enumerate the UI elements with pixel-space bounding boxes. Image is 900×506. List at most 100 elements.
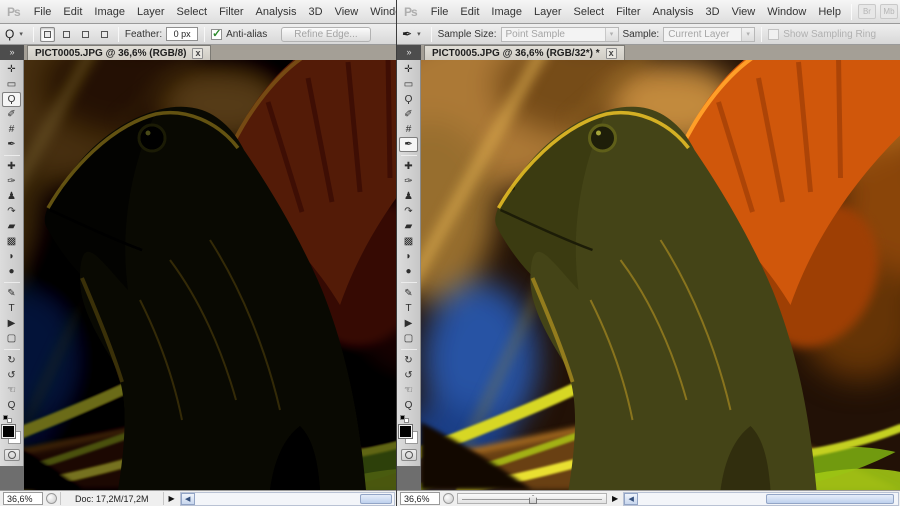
pen-tool[interactable]: ✎ (399, 286, 418, 301)
crop-tool[interactable]: # (2, 122, 21, 137)
zoom-level-field[interactable]: 36,6% (3, 492, 43, 505)
menu-analysis[interactable]: Analysis (250, 6, 303, 18)
quick-mask-button[interactable] (401, 449, 417, 461)
menu-view[interactable]: View (726, 6, 762, 18)
mini-bridge-icon[interactable]: Mb (880, 4, 898, 19)
3d-orbit-tool[interactable]: ↺ (399, 368, 418, 383)
blur-tool[interactable]: ◗ (399, 249, 418, 264)
bridge-icon[interactable]: Br (858, 4, 876, 19)
rectangular-marquee-tool[interactable]: ▭ (2, 77, 21, 92)
crop-tool[interactable]: # (399, 122, 418, 137)
sample-dropdown[interactable]: Current Layer ▾ (663, 27, 755, 42)
menu-edit[interactable]: Edit (57, 6, 88, 18)
eyedropper-tool[interactable]: ✒ (2, 137, 21, 152)
menu-layer[interactable]: Layer (528, 6, 568, 18)
exposure-slider[interactable] (457, 493, 607, 504)
clone-stamp-tool[interactable]: ♟ (2, 189, 21, 204)
lasso-tool[interactable]: Ϙ (2, 92, 21, 107)
status-menu-arrow-icon[interactable]: ▶ (167, 494, 177, 503)
quick-selection-tool[interactable]: ✐ (399, 107, 418, 122)
brush-tool[interactable]: ✑ (2, 174, 21, 189)
zoom-level-field[interactable]: 36,6% (400, 492, 440, 505)
menu-3d[interactable]: 3D (303, 6, 329, 18)
feather-input[interactable]: 0 px (166, 27, 198, 41)
rectangle-tool[interactable]: ▢ (2, 331, 21, 346)
add-to-selection-button[interactable] (59, 27, 74, 42)
zoom-tool[interactable]: Q (399, 398, 418, 413)
menu-file[interactable]: File (28, 6, 58, 18)
foreground-color-swatch[interactable] (399, 425, 412, 438)
default-colors-icon[interactable] (3, 415, 17, 423)
sample-size-dropdown[interactable]: Point Sample ▾ (501, 27, 619, 42)
scrollbar-thumb[interactable] (360, 494, 392, 504)
type-tool[interactable]: T (399, 301, 418, 316)
history-brush-tool[interactable]: ↷ (2, 204, 21, 219)
document-canvas[interactable] (421, 60, 900, 490)
scrollbar-thumb[interactable] (766, 494, 894, 504)
refine-edge-button[interactable]: Refine Edge... (281, 27, 370, 42)
brush-tool[interactable]: ✑ (399, 174, 418, 189)
menu-select[interactable]: Select (568, 6, 611, 18)
path-selection-tool[interactable]: ▶ (2, 316, 21, 331)
eraser-tool[interactable]: ▰ (399, 219, 418, 234)
quick-mask-button[interactable] (4, 449, 20, 461)
gradient-tool[interactable]: ▩ (399, 234, 418, 249)
active-tool-preview[interactable]: Ϙ ▾ (5, 27, 27, 41)
toolbox-collapse-icon[interactable]: » (0, 45, 24, 60)
document-canvas[interactable] (24, 60, 396, 490)
menu-help[interactable]: Help (812, 6, 847, 18)
active-tool-preview[interactable]: ✒ ▾ (402, 27, 425, 41)
menu-edit[interactable]: Edit (454, 6, 485, 18)
rectangular-marquee-tool[interactable]: ▭ (399, 77, 418, 92)
document-tab[interactable]: PICT0005.JPG @ 36,6% (RGB/32*) * x (424, 45, 625, 60)
menu-filter[interactable]: Filter (213, 6, 249, 18)
horizontal-scrollbar[interactable]: ◀ (623, 492, 899, 506)
menu-image[interactable]: Image (88, 6, 131, 18)
menu-analysis[interactable]: Analysis (647, 6, 700, 18)
menu-filter[interactable]: Filter (610, 6, 646, 18)
scroll-left-icon[interactable]: ◀ (624, 493, 638, 505)
hand-tool[interactable]: ☜ (2, 383, 21, 398)
antialias-checkbox[interactable] (211, 29, 222, 40)
hand-tool[interactable]: ☜ (399, 383, 418, 398)
foreground-color-swatch[interactable] (2, 425, 15, 438)
subtract-from-selection-button[interactable] (78, 27, 93, 42)
menu-3d[interactable]: 3D (700, 6, 726, 18)
zoom-tool[interactable]: Q (2, 398, 21, 413)
spot-healing-brush-tool[interactable]: ✚ (2, 159, 21, 174)
intersect-selection-button[interactable] (97, 27, 112, 42)
close-icon[interactable]: x (192, 48, 203, 59)
3d-rotate-tool[interactable]: ↻ (399, 353, 418, 368)
eyedropper-tool[interactable]: ✒ (399, 137, 418, 152)
move-tool[interactable]: ✛ (399, 62, 418, 77)
menu-view[interactable]: View (329, 6, 365, 18)
move-tool[interactable]: ✛ (2, 62, 21, 77)
new-selection-button[interactable] (40, 27, 55, 42)
menu-window[interactable]: Window (364, 6, 396, 18)
show-sampling-ring-checkbox[interactable] (768, 29, 779, 40)
quick-selection-tool[interactable]: ✐ (2, 107, 21, 122)
history-brush-tool[interactable]: ↷ (399, 204, 418, 219)
3d-orbit-tool[interactable]: ↺ (2, 368, 21, 383)
gradient-tool[interactable]: ▩ (2, 234, 21, 249)
menu-layer[interactable]: Layer (131, 6, 171, 18)
close-icon[interactable]: x (606, 48, 617, 59)
spot-healing-brush-tool[interactable]: ✚ (399, 159, 418, 174)
menu-window[interactable]: Window (761, 6, 812, 18)
toolbox-collapse-icon[interactable]: » (397, 45, 421, 60)
horizontal-scrollbar[interactable]: ◀ (180, 492, 395, 506)
rectangle-tool[interactable]: ▢ (399, 331, 418, 346)
exposure-slider-thumb[interactable] (529, 495, 537, 504)
blur-tool[interactable]: ◗ (2, 249, 21, 264)
3d-rotate-tool[interactable]: ↻ (2, 353, 21, 368)
type-tool[interactable]: T (2, 301, 21, 316)
menu-file[interactable]: File (425, 6, 455, 18)
default-colors-icon[interactable] (400, 415, 414, 423)
eraser-tool[interactable]: ▰ (2, 219, 21, 234)
menu-image[interactable]: Image (485, 6, 528, 18)
scroll-left-icon[interactable]: ◀ (181, 493, 195, 505)
dodge-tool[interactable]: ● (2, 264, 21, 279)
dodge-tool[interactable]: ● (399, 264, 418, 279)
path-selection-tool[interactable]: ▶ (399, 316, 418, 331)
pen-tool[interactable]: ✎ (2, 286, 21, 301)
